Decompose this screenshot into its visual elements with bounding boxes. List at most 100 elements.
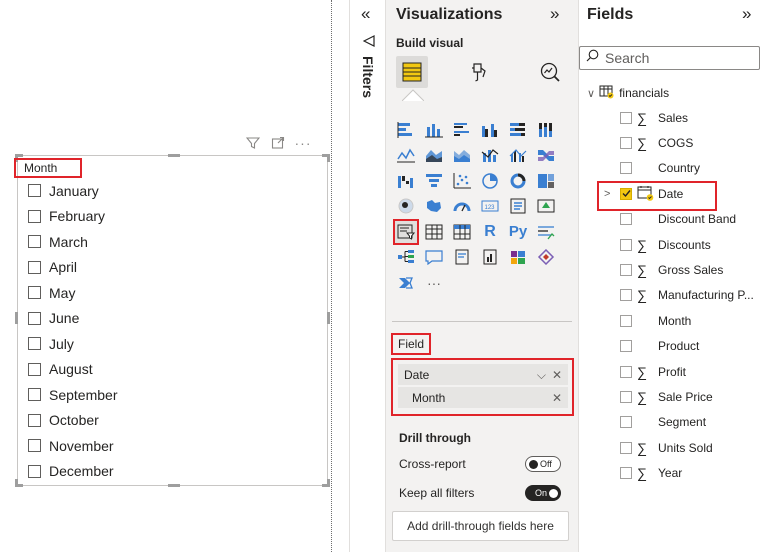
checkbox[interactable] — [620, 264, 632, 277]
slicer-item-august[interactable]: August — [28, 357, 117, 383]
field-gross-sales[interactable]: ∑ Gross Sales — [579, 257, 768, 282]
resize-handle-bottom[interactable] — [168, 484, 180, 487]
kpi-icon[interactable] — [533, 194, 559, 220]
stacked-bar-chart-icon[interactable] — [393, 117, 419, 143]
line-stacked-column-chart-icon[interactable] — [477, 143, 503, 169]
resize-handle-corner[interactable] — [15, 479, 18, 487]
checkbox[interactable] — [28, 209, 41, 223]
field-well-item-month[interactable]: Month ✕ — [398, 387, 568, 408]
checkbox[interactable] — [620, 111, 632, 124]
slicer-item-december[interactable]: December — [28, 459, 117, 485]
slicer-item-may[interactable]: May — [28, 280, 117, 306]
field-well-item-date[interactable]: Date ⌵ ✕ — [398, 364, 568, 385]
line-chart-icon[interactable] — [393, 143, 419, 169]
slicer-item-september[interactable]: September — [28, 382, 117, 408]
checkbox[interactable] — [28, 413, 41, 427]
format-visual-tab[interactable] — [462, 56, 494, 88]
scatter-chart-icon[interactable] — [449, 168, 475, 194]
slicer-item-july[interactable]: July — [28, 331, 117, 357]
analytics-tab[interactable] — [534, 56, 566, 88]
slicer-item-march[interactable]: March — [28, 229, 117, 255]
field-product[interactable]: Product — [579, 334, 768, 359]
expand-filters-icon[interactable]: « — [361, 4, 370, 24]
slicer-item-october[interactable]: October — [28, 408, 117, 434]
field-sales[interactable]: ∑ Sales — [579, 105, 768, 130]
fields-search-box[interactable] — [579, 46, 760, 70]
collapse-visualizations-icon[interactable]: » — [550, 4, 559, 24]
ribbon-chart-icon[interactable] — [533, 143, 559, 169]
more-options-icon[interactable]: ··· — [295, 135, 311, 151]
slicer-item-june[interactable]: June — [28, 306, 117, 332]
r-script-visual-icon[interactable]: R — [477, 219, 503, 245]
fields-search-input[interactable] — [605, 50, 745, 66]
matrix-visual-icon[interactable] — [449, 219, 475, 245]
checkbox[interactable] — [620, 340, 632, 353]
funnel-chart-icon[interactable] — [421, 168, 447, 194]
field-year[interactable]: ∑ Year — [579, 460, 768, 485]
remove-field-icon[interactable]: ✕ — [552, 368, 562, 383]
keep-all-filters-toggle[interactable]: On — [525, 485, 561, 501]
checkbox[interactable] — [28, 260, 41, 274]
field-segment[interactable]: Segment — [579, 410, 768, 435]
field-manufacturing-price[interactable]: ∑ Manufacturing P... — [579, 283, 768, 308]
build-visual-tab[interactable] — [396, 56, 428, 88]
100-stacked-column-chart-icon[interactable] — [533, 117, 559, 143]
drill-through-drop-zone[interactable]: Add drill-through fields here — [392, 511, 569, 541]
clustered-bar-chart-icon[interactable] — [449, 117, 475, 143]
checkbox[interactable] — [620, 162, 632, 175]
checkbox[interactable] — [620, 390, 632, 403]
gauge-icon[interactable] — [449, 194, 475, 220]
checkbox[interactable] — [620, 314, 632, 327]
field-cogs[interactable]: ∑ COGS — [579, 130, 768, 155]
cross-report-toggle[interactable]: Off — [525, 456, 561, 472]
checkbox[interactable] — [28, 388, 41, 402]
slicer-item-february[interactable]: February — [28, 204, 117, 230]
checkbox[interactable] — [620, 213, 632, 226]
chevron-down-icon[interactable]: ∨ — [587, 87, 595, 100]
checkbox[interactable] — [28, 184, 41, 198]
checkbox[interactable] — [620, 441, 632, 454]
decomposition-tree-icon[interactable] — [393, 245, 419, 271]
resize-handle-right[interactable] — [327, 312, 330, 324]
line-clustered-column-chart-icon[interactable] — [505, 143, 531, 169]
resize-handle-corner[interactable] — [327, 479, 330, 487]
100-stacked-bar-chart-icon[interactable] — [505, 117, 531, 143]
multi-row-card-icon[interactable] — [505, 194, 531, 220]
checkbox[interactable] — [28, 439, 41, 453]
checkbox[interactable] — [620, 416, 632, 429]
checkbox[interactable] — [620, 289, 632, 302]
checkbox[interactable] — [620, 137, 632, 150]
filled-map-icon[interactable] — [421, 194, 447, 220]
slicer-item-january[interactable]: January — [28, 178, 117, 204]
stacked-column-chart-icon[interactable] — [421, 117, 447, 143]
checkbox[interactable] — [620, 467, 632, 480]
card-icon[interactable]: 123 — [477, 194, 503, 220]
field-well[interactable]: Date ⌵ ✕ Month ✕ — [391, 358, 574, 416]
collapse-fields-icon[interactable]: » — [742, 4, 751, 24]
checkbox[interactable] — [28, 235, 41, 249]
power-automate-flow-icon[interactable] — [393, 270, 419, 296]
clustered-column-chart-icon[interactable] — [477, 117, 503, 143]
stacked-area-chart-icon[interactable] — [449, 143, 475, 169]
get-more-visuals-icon[interactable]: ··· — [421, 270, 447, 296]
checkbox[interactable] — [28, 286, 41, 300]
power-automate-icon[interactable] — [533, 245, 559, 271]
field-units-sold[interactable]: ∑ Units Sold — [579, 435, 768, 460]
filters-label[interactable]: Filters — [360, 56, 376, 98]
field-discounts[interactable]: ∑ Discounts — [579, 232, 768, 257]
slicer-visual-icon[interactable] — [393, 219, 419, 245]
power-apps-icon[interactable] — [505, 245, 531, 271]
chevron-down-icon[interactable]: ⌵ — [537, 368, 546, 383]
filter-icon[interactable] — [245, 135, 261, 151]
slicer-item-november[interactable]: November — [28, 433, 117, 459]
checkbox[interactable] — [28, 311, 41, 325]
map-icon[interactable] — [393, 194, 419, 220]
field-sale-price[interactable]: ∑ Sale Price — [579, 384, 768, 409]
donut-chart-icon[interactable] — [505, 168, 531, 194]
resize-handle-left[interactable] — [15, 312, 18, 324]
filters-pane-collapsed[interactable]: « Filters — [349, 0, 385, 552]
key-influencers-icon[interactable] — [533, 219, 559, 245]
resize-handle-top[interactable] — [168, 154, 180, 157]
table-visual-icon[interactable] — [421, 219, 447, 245]
qa-visual-icon[interactable] — [421, 245, 447, 271]
